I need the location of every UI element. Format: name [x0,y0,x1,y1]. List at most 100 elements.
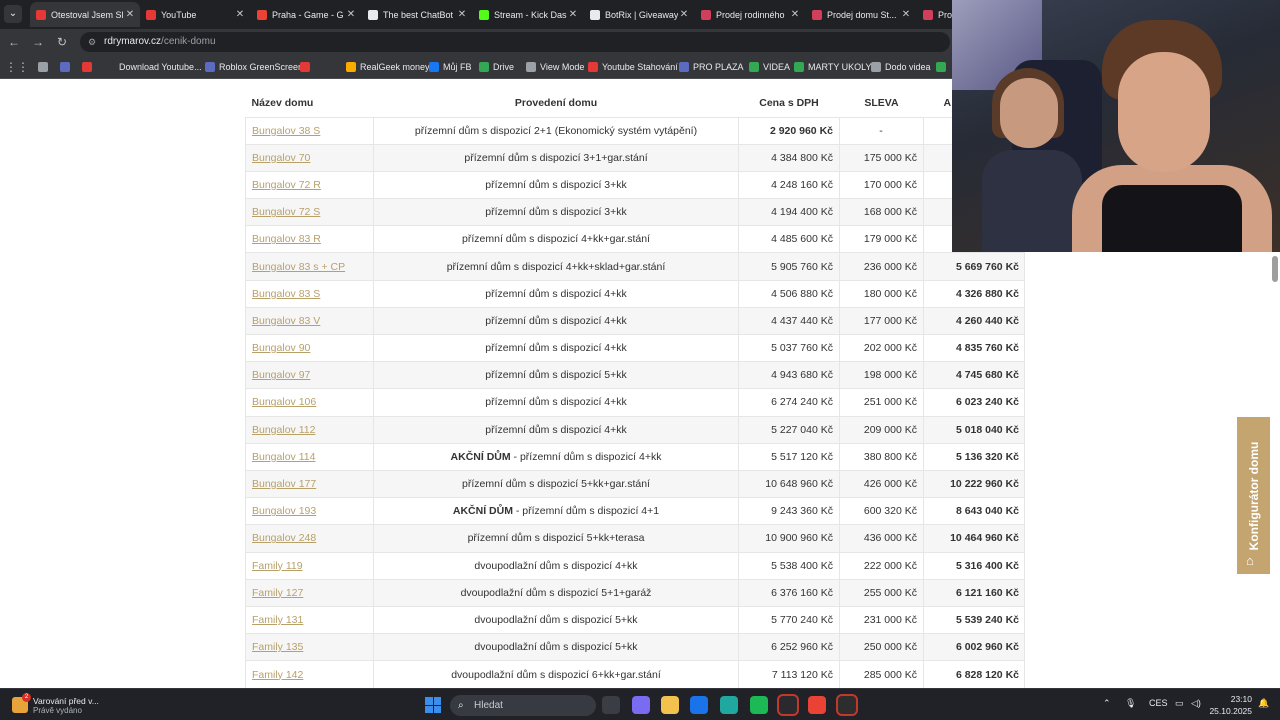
spotify-app-icon[interactable] [750,696,768,714]
tab-close-icon[interactable]: ✕ [345,9,357,20]
streamer-body [982,150,1082,252]
file-explorer-app-icon[interactable] [602,696,620,714]
house-name-link[interactable]: Bungalov 72 R [252,179,321,191]
bookmark-item[interactable] [38,60,52,74]
house-name-link[interactable]: Family 127 [252,587,303,599]
capcut-app-icon[interactable] [777,694,799,716]
tab-close-icon[interactable]: ✕ [789,9,801,20]
browser-tab[interactable]: BotRix | Giveaway ✕ [584,2,694,27]
volume-icon[interactable]: ◁) [1191,698,1201,709]
table-row: Family 127 dvoupodlažní dům s dispozicí 5… [245,578,1025,607]
tab-close-icon[interactable]: ✕ [567,9,579,20]
house-name-link[interactable]: Bungalov 193 [252,505,316,517]
outlook-app-icon[interactable] [690,696,708,714]
house-name-link[interactable]: Family 131 [252,614,303,626]
reload-icon[interactable]: ↻ [53,33,71,51]
browser-tab[interactable]: Prod [917,2,952,27]
system-clock[interactable]: 23:10 25.10.2025 [1206,693,1252,717]
bookmark-item[interactable] [82,60,96,74]
bookmark-icon [526,62,536,72]
house-name-link[interactable]: Family 135 [252,641,303,653]
bookmark-item[interactable]: View Mode [526,60,584,74]
house-name-link[interactable]: Bungalov 112 [252,424,315,436]
bookmark-item[interactable] [300,60,314,74]
house-name-link[interactable]: Bungalov 177 [252,478,316,490]
tray-chevron-up-icon[interactable]: ⌃ [1103,698,1111,709]
house-name-cell: Bungalov 112 [245,415,374,444]
house-name-link[interactable]: Bungalov 72 S [252,206,320,218]
tab-favicon-icon [812,9,822,20]
browser-tab[interactable]: The best ChatBot ✕ [362,2,472,27]
bookmark-item[interactable]: Drive [479,60,514,74]
browser-tab[interactable]: Prodej rodinného ✕ [695,2,805,27]
bookmark-icon [479,62,489,72]
language-indicator[interactable]: CES [1149,698,1168,708]
house-name-link[interactable]: Bungalov 70 [252,152,310,164]
house-design-cell: přízemní dům s dispozicí 2+1 (Ekonomický… [373,116,739,145]
bookmark-item[interactable]: Youtube Stahování [588,60,678,74]
tab-close-icon[interactable]: ✕ [124,9,136,20]
house-configurator-button[interactable]: Konfigurátor domu ⌂ [1237,417,1270,574]
price-vat-cell: 5 770 240 Kč [738,605,840,634]
house-name-link[interactable]: Bungalov 83 S [252,288,320,300]
house-name-link[interactable]: Family 119 [252,560,303,572]
house-design-cell: přízemní dům s dispozicí 5+kk+gar.stání [373,469,739,498]
browser-tab[interactable]: YouTube ✕ [140,2,250,27]
house-name-cell: Bungalov 97 [245,361,374,389]
table-row: Bungalov 83 R přízemní dům s dispozicí 4+… [245,225,1025,253]
browser-tab[interactable]: Prodej domu St... ✕ [806,2,916,27]
address-bar[interactable]: ⚙ rdrymarov.cz/cenik-domu [80,32,950,52]
house-name-link[interactable]: Bungalov 114 [252,451,315,463]
house-name-link[interactable]: Family 142 [252,669,303,681]
house-name-link[interactable]: Bungalov 83 s + CP [252,261,345,273]
bookmark-item[interactable]: RealGeek money [346,60,430,74]
discount-cell: 251 000 Kč [839,388,924,417]
browser-tab[interactable]: Stream - Kick Das ✕ [473,2,583,27]
house-name-link[interactable]: Bungalov 83 R [252,233,321,245]
bookmark-item[interactable]: Roblox GreenScreen [205,60,303,74]
bookmark-item[interactable]: Download Youtube... [105,60,202,74]
microphone-icon[interactable]: 🎙 [1125,698,1136,709]
copilot-app-icon[interactable] [632,696,650,714]
house-name-link[interactable]: Bungalov 38 S [252,125,320,137]
weather-warning-widget[interactable]: 2 Varování před v... Právě vydáno [12,693,132,717]
tab-title: Otestoval Jsem Sl [51,9,124,20]
tab-search-chevron-icon[interactable]: ⌄ [4,5,22,23]
notification-bell-icon[interactable]: 🔔 [1258,698,1269,709]
bookmark-item[interactable]: Dodo videa [871,60,931,74]
tab-close-icon[interactable]: ✕ [456,9,468,20]
final-price-cell: 10 222 960 Kč [923,469,1025,498]
bookmark-item[interactable]: MARTY UKOLY [794,60,872,74]
house-name-link[interactable]: Bungalov 248 [252,532,316,544]
epic-games-app-icon[interactable] [836,694,858,716]
apps-grid-icon[interactable]: ⋮⋮ [5,58,29,76]
house-name-link[interactable]: Bungalov 83 V [252,315,320,327]
house-name-link[interactable]: Bungalov 97 [252,369,310,381]
bookmark-label: Roblox GreenScreen [219,62,304,72]
tab-close-icon[interactable]: ✕ [678,9,690,20]
bookmark-item[interactable] [60,60,74,74]
site-info-icon[interactable]: ⚙ [88,32,96,52]
chrome-app-icon[interactable] [808,696,826,714]
table-row: Bungalov 106 přízemní dům s dispozicí 4+k… [245,388,1025,417]
bookmark-item[interactable] [936,60,950,74]
forward-arrow-icon[interactable]: → [29,33,47,51]
bookmark-item[interactable]: PRO PLAZA [679,60,744,74]
tab-title: The best ChatBot [383,9,454,20]
windows-start-icon[interactable] [425,697,441,713]
folder-app-icon[interactable] [661,696,679,714]
back-arrow-icon[interactable]: ← [5,33,23,51]
tab-close-icon[interactable]: ✕ [234,9,246,20]
scrollbar-thumb[interactable] [1272,256,1278,282]
tab-close-icon[interactable]: ✕ [900,9,912,20]
bookmark-item[interactable]: Můj FB [429,60,472,74]
house-name-link[interactable]: Bungalov 106 [252,396,316,408]
house-name-link[interactable]: Bungalov 90 [252,342,310,354]
network-icon[interactable]: ▭ [1175,698,1184,709]
taskbar-search[interactable]: ⌕ Hledat [450,695,596,716]
edge-app-icon[interactable] [720,696,738,714]
browser-tab[interactable]: Praha - Game - G ✕ [251,2,361,27]
discount-cell: 198 000 Kč [839,361,924,389]
bookmark-item[interactable]: VIDEA [749,60,790,74]
browser-tab[interactable]: Otestoval Jsem Sl ✕ [30,2,140,27]
